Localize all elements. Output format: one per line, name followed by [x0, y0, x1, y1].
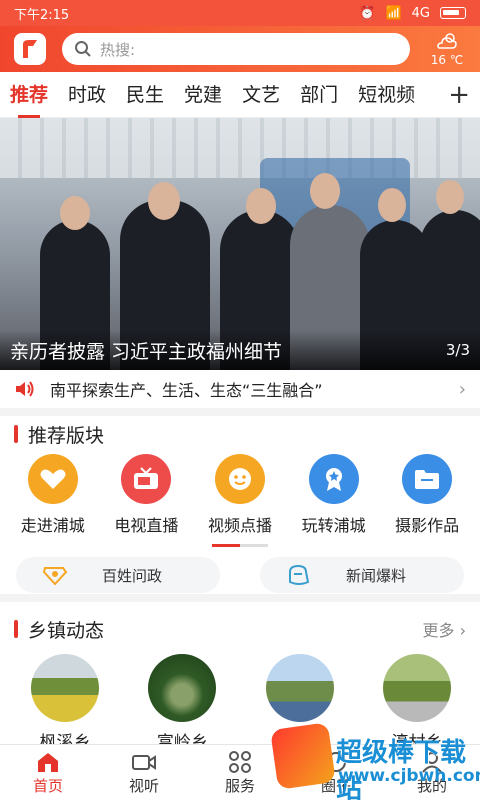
- tv-icon: [121, 454, 172, 504]
- tab-departments[interactable]: 部门: [300, 72, 338, 118]
- tab-recommend[interactable]: 推荐: [10, 72, 48, 118]
- tab-short-video[interactable]: 短视频: [358, 72, 415, 118]
- town-item[interactable]: 枫溪乡: [30, 654, 100, 753]
- town-image: [382, 654, 451, 722]
- town-header: 乡镇动态 更多 ›: [0, 610, 480, 648]
- nav-profile[interactable]: 我的: [384, 745, 480, 800]
- more-link[interactable]: 更多 ›: [423, 617, 467, 641]
- user-icon: [422, 752, 442, 773]
- news-ticker[interactable]: 南平探索生产、生活、生态“三生融合” ›: [0, 370, 480, 416]
- section-title: 乡镇动态: [28, 619, 105, 642]
- speaker-icon: [16, 381, 34, 397]
- weather-widget[interactable]: 16 ℃: [424, 32, 470, 67]
- town-list: 枫溪乡 富岭乡 管厝乡 濠村乡: [0, 654, 480, 753]
- town-image: [265, 654, 334, 722]
- news-tip-button[interactable]: 新闻爆料: [260, 557, 464, 593]
- smile-icon: [214, 454, 265, 504]
- recommend-item-tv-live[interactable]: 电视直播: [100, 454, 194, 536]
- home-icon: [38, 753, 58, 772]
- town-item[interactable]: 富岭乡: [147, 654, 217, 753]
- hero-index: 3/3: [445, 341, 470, 359]
- status-icons: ⏰ 📶 4G: [359, 6, 466, 21]
- nav-circle[interactable]: 圈子: [288, 745, 384, 800]
- nav-services[interactable]: 服务: [192, 745, 288, 800]
- video-camera-icon: [132, 755, 156, 770]
- status-bar: 下午2:15 ⏰ 📶 4G: [0, 0, 480, 26]
- nav-media[interactable]: 视听: [96, 745, 192, 800]
- town-item[interactable]: 濠村乡: [382, 654, 452, 753]
- page-indicator: [212, 544, 268, 547]
- recommend-item-photos[interactable]: 摄影作品: [380, 454, 474, 536]
- town-image: [31, 654, 99, 722]
- hero-title: 亲历者披露 习近平主政福州细节: [10, 340, 283, 363]
- community-icon: [326, 752, 346, 772]
- recommend-header: 推荐版块: [0, 418, 480, 450]
- heart-icon: [27, 454, 78, 504]
- add-tab-icon[interactable]: +: [448, 80, 470, 110]
- recommend-item-pucheng[interactable]: 走进浦城: [6, 454, 100, 536]
- nav-home[interactable]: 首页: [0, 745, 96, 800]
- medal-icon: [308, 454, 359, 504]
- section-title: 推荐版块: [28, 424, 105, 447]
- ticker-text: 南平探索生产、生活、生态“三生融合”: [50, 381, 323, 400]
- tab-arts[interactable]: 文艺: [242, 72, 280, 118]
- weather-temp: 16 ℃: [430, 52, 464, 67]
- bottom-nav: 首页 视听 服务 圈子 我的: [0, 744, 480, 800]
- tab-livelihood[interactable]: 民生: [126, 72, 164, 118]
- hero-caption: 亲历者披露 习近平主政福州细节 3/3: [0, 330, 480, 370]
- chat-icon: [42, 567, 68, 586]
- network-type: 4G: [411, 5, 430, 21]
- search-placeholder: 热搜:: [100, 40, 136, 59]
- recommend-item-video[interactable]: 视频点播: [193, 454, 287, 536]
- search-icon: [75, 41, 91, 57]
- status-time: 下午2:15: [14, 7, 70, 23]
- town-image: [148, 654, 217, 722]
- recommend-section: 推荐版块 走进浦城 电视直播 视频点播 玩转浦城 摄影作品 百姓问政 新闻爆料: [0, 416, 480, 602]
- hero-banner[interactable]: 亲历者披露 习近平主政福州细节 3/3: [0, 118, 480, 370]
- app-logo: [10, 31, 50, 67]
- public-inquiry-button[interactable]: 百姓问政: [16, 557, 220, 593]
- wifi-icon: 📶: [385, 5, 402, 21]
- tab-party[interactable]: 党建: [184, 72, 222, 118]
- header: 热搜: 16 ℃: [0, 26, 480, 72]
- alarm-icon: ⏰: [359, 5, 376, 21]
- recommend-grid: 走进浦城 电视直播 视频点播 玩转浦城 摄影作品: [0, 454, 480, 536]
- weather-cloud-icon: [437, 32, 457, 49]
- battery-icon: [440, 7, 466, 19]
- recommend-pills: 百姓问政 新闻爆料: [0, 557, 480, 593]
- category-tabs: 推荐 时政 民生 党建 文艺 部门 短视频 +: [0, 72, 480, 118]
- folder-icon: [402, 454, 453, 504]
- search-box[interactable]: 热搜:: [62, 33, 410, 65]
- recommend-item-explore[interactable]: 玩转浦城: [287, 454, 381, 536]
- town-section: 乡镇动态 更多 › 枫溪乡 富岭乡 管厝乡 濠村乡: [0, 610, 480, 753]
- megaphone-icon: [289, 564, 310, 585]
- chevron-right-icon: ›: [458, 378, 466, 400]
- tab-politics[interactable]: 时政: [68, 72, 106, 118]
- town-item[interactable]: 管厝乡: [265, 654, 335, 753]
- grid-icon: [229, 751, 251, 773]
